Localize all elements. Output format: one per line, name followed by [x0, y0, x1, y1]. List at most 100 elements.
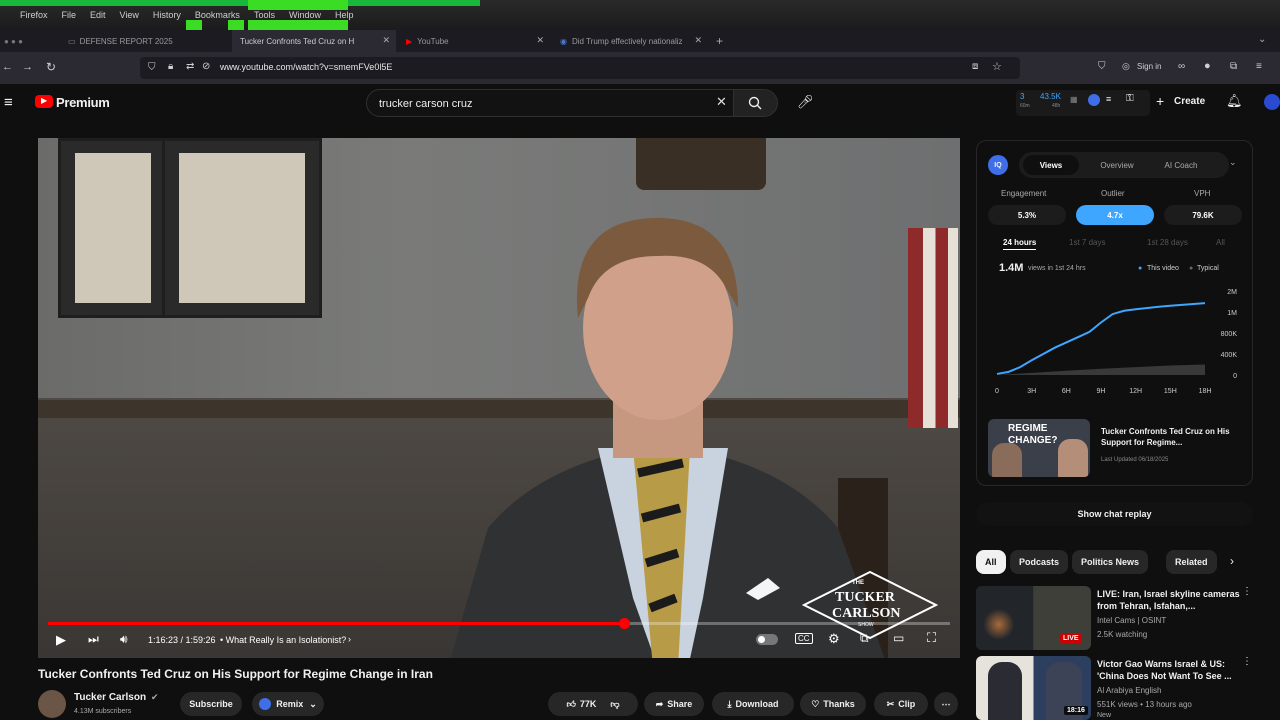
search-input[interactable]: trucker carson cruz [366, 89, 734, 117]
menu-tools[interactable]: Tools [254, 10, 275, 20]
range-7-days[interactable]: 1st 7 days [1069, 238, 1105, 247]
related-video[interactable]: LIVE LIVE: Iran, Israel skyline cameras … [976, 586, 1276, 650]
range-24-hours[interactable]: 24 hours [1003, 238, 1037, 250]
volume-icon[interactable]: 🔊︎ [120, 632, 128, 647]
related-title[interactable]: Victor Gao Warns Israel & US: 'China Doe… [1097, 658, 1247, 682]
channel-avatar[interactable] [38, 690, 66, 718]
menu-icon[interactable]: ≡ [1256, 61, 1262, 72]
menu-edit[interactable]: Edit [90, 10, 106, 20]
chip-all[interactable]: All [976, 550, 1006, 574]
extension-logo-icon[interactable] [1088, 94, 1100, 106]
list-icon[interactable]: ≡ [1106, 94, 1111, 104]
remix-button[interactable]: Remix ⌄ [252, 692, 324, 716]
address-bar[interactable]: ⛉ 🔒︎ ⇄ ⊘ www.youtube.com/watch?v=smemFVe… [140, 57, 1020, 79]
reload-icon[interactable]: ↻ [46, 60, 56, 74]
premium-brand[interactable]: Premium [56, 95, 110, 110]
related-channel[interactable]: Intel Cams | OSINT [1097, 616, 1166, 625]
chapter-title[interactable]: • What Really Is an Isolationist? [220, 635, 346, 645]
pocket-icon[interactable]: ⛉ [1098, 61, 1106, 72]
close-tab-icon[interactable]: ✕ [382, 35, 390, 46]
next-icon[interactable]: ⏭︎ [88, 632, 99, 647]
related-thumbnail[interactable]: 18:16 [976, 656, 1091, 720]
chip-podcasts[interactable]: Podcasts [1010, 550, 1069, 574]
miniplayer-icon[interactable]: ⧉ [860, 631, 869, 646]
search-button[interactable] [734, 89, 778, 117]
extensions-icon[interactable]: ⧉ [1230, 61, 1237, 72]
more-vert-icon[interactable]: ⋮ [1242, 656, 1252, 667]
account-icon[interactable]: ◎ [1122, 61, 1130, 72]
bookmark-star-icon[interactable]: ☆ [992, 60, 1002, 73]
profile-icon[interactable]: ● [1204, 60, 1211, 72]
url-text[interactable]: www.youtube.com/watch?v=smemFVe0l5E [220, 62, 392, 72]
more-vert-icon[interactable]: ⋮ [1242, 586, 1252, 597]
tab-overview[interactable]: Overview [1089, 155, 1145, 175]
chip-politics-news[interactable]: Politics News [1072, 550, 1149, 574]
list-tabs-icon[interactable]: ⌄ [1258, 34, 1266, 45]
tab-trump-article[interactable]: ◉ Did Trump effectively nationaliz ✕ [552, 30, 708, 52]
extension-icon[interactable]: ∞ [1178, 61, 1185, 72]
range-all[interactable]: All [1216, 238, 1225, 247]
close-tab-icon[interactable]: ✕ [536, 35, 544, 46]
back-icon[interactable]: ← [2, 61, 13, 73]
play-icon[interactable]: ▶ [56, 632, 66, 648]
channel-name[interactable]: Tucker Carlson [74, 692, 146, 703]
clip-button[interactable]: ✂ Clip [874, 692, 928, 716]
related-video[interactable]: 18:16 Victor Gao Warns Israel & US: 'Chi… [976, 656, 1276, 720]
calendar-icon[interactable]: ▦ [1070, 95, 1078, 104]
thumbs-down-icon[interactable]: 👎︎ [610, 699, 619, 710]
card-thumbnail[interactable]: REGIME CHANGE? [988, 419, 1090, 477]
fullscreen-icon[interactable]: ⛶ [927, 630, 936, 646]
subscribe-button[interactable]: Subscribe [180, 692, 242, 716]
sign-in-link[interactable]: Sign in [1137, 62, 1161, 71]
tab-defense-report[interactable]: ▭ DEFENSE REPORT 2025 [60, 30, 230, 52]
hamburger-menu-icon[interactable]: ≡ [4, 94, 13, 111]
tab-views[interactable]: Views [1023, 155, 1079, 175]
progress-bar[interactable] [48, 618, 950, 629]
chip-related[interactable]: Related [1166, 550, 1217, 574]
theater-mode-icon[interactable]: ▭ [893, 631, 904, 645]
notifications-bell-icon[interactable]: 🔔︎ [1226, 93, 1243, 109]
like-count[interactable]: 77K [580, 699, 597, 709]
tab-youtube[interactable]: ▶ YouTube ✕ [398, 30, 550, 52]
menu-window[interactable]: Window [289, 10, 321, 20]
menu-history[interactable]: History [153, 10, 181, 20]
thumbs-up-icon[interactable]: 👍︎ [566, 699, 575, 710]
show-chat-replay-button[interactable]: Show chat replay [976, 502, 1253, 526]
permissions-icon[interactable]: ⇄ [186, 61, 194, 72]
youtube-logo-icon[interactable]: ▶ [35, 95, 53, 108]
menu-help[interactable]: Help [335, 10, 354, 20]
card-title[interactable]: Tucker Confronts Ted Cruz on His Support… [1101, 426, 1251, 448]
close-tab-icon[interactable]: ✕ [694, 35, 702, 46]
lock-icon[interactable]: 🔒︎ [168, 61, 173, 72]
shield-icon[interactable]: ⛉ [148, 62, 156, 73]
chapter-chevron-icon[interactable]: › [348, 634, 351, 644]
new-tab-icon[interactable]: + [716, 34, 723, 48]
autoplay-toggle[interactable] [756, 634, 778, 645]
thanks-button[interactable]: ♡ Thanks [800, 692, 866, 716]
clear-search-icon[interactable]: ✕ [716, 94, 727, 110]
tracking-icon[interactable]: ⊘ [202, 61, 210, 72]
more-actions-button[interactable]: ⋯ [934, 692, 958, 716]
download-button[interactable]: ⤓ Download [712, 692, 794, 716]
tab-ai-coach[interactable]: AI Coach [1153, 155, 1209, 175]
range-28-days[interactable]: 1st 28 days [1147, 238, 1188, 247]
create-plus-icon[interactable]: + [1156, 93, 1164, 109]
share-button[interactable]: ➦ Share [644, 692, 704, 716]
create-button[interactable]: Create [1174, 96, 1205, 107]
cast-icon[interactable]: ⚿ [1126, 93, 1134, 104]
related-thumbnail[interactable]: LIVE [976, 586, 1091, 650]
video-player[interactable]: THE TUCKER CARLSON SHOW [38, 138, 960, 658]
settings-gear-icon[interactable]: ⚙ [828, 631, 840, 647]
screenshot-icon[interactable]: ⧈ [972, 61, 978, 72]
panel-collapse-icon[interactable]: ⌄ [1229, 157, 1237, 168]
forward-icon[interactable]: → [22, 61, 33, 73]
related-title[interactable]: LIVE: Iran, Israel skyline cameras from … [1097, 588, 1247, 612]
related-channel[interactable]: Al Arabiya English [1097, 686, 1161, 695]
menu-bookmarks[interactable]: Bookmarks [195, 10, 240, 20]
menu-view[interactable]: View [120, 10, 139, 20]
tab-tucker-video[interactable]: Tucker Confronts Ted Cruz on H ✕ [232, 30, 396, 52]
window-controls[interactable]: ● ● ● [4, 37, 23, 46]
menu-file[interactable]: File [62, 10, 77, 20]
avatar[interactable] [1264, 94, 1280, 110]
chips-next-icon[interactable]: › [1230, 554, 1234, 568]
